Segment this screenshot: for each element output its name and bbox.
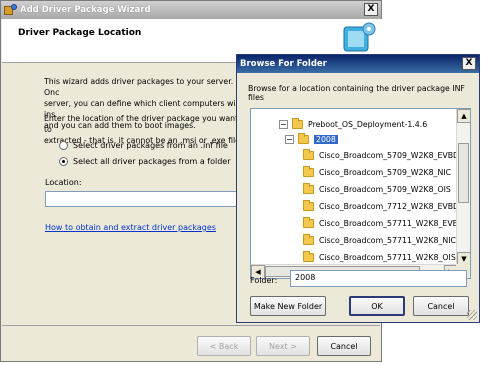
radio-folder-label: Select all driver packages from a folder	[73, 157, 231, 166]
folder-icon	[303, 199, 314, 211]
folder-icon	[303, 233, 314, 245]
page-title: Driver Package Location	[18, 28, 142, 38]
driver-package-icon	[4, 4, 17, 16]
location-label: Location:	[45, 178, 82, 187]
tree-item-2008[interactable]: − 2008	[285, 132, 338, 146]
folder-icon	[303, 250, 314, 262]
next-button[interactable]: Next >	[256, 336, 310, 356]
tree-item-label: Preboot_OS_Deployment-1.4.6	[308, 119, 428, 129]
radio-inf-file[interactable]: Select driver packages from an .inf file	[59, 141, 228, 150]
folder-input[interactable]: 2008	[290, 270, 467, 287]
radio-folder[interactable]: Select all driver packages from a folder	[59, 157, 231, 166]
vertical-scroll-thumb[interactable]	[458, 143, 469, 203]
tree-item-label: Cisco_Broadcom_5709_W2K8_OIS	[319, 184, 451, 194]
folder-icon	[303, 148, 314, 160]
driver-package-header-icon	[343, 22, 376, 52]
tree-item-child[interactable]: Cisco_Broadcom_57711_W2K8_NIC	[303, 233, 456, 247]
browse-title: Browse For Folder	[240, 59, 327, 69]
folder-icon	[303, 216, 314, 228]
back-button[interactable]: < Back	[197, 336, 251, 356]
collapse-icon[interactable]: −	[279, 119, 288, 129]
tree-item-label: Cisco_Broadcom_57711_W2K8_EVBD	[319, 218, 465, 228]
radio-inf-indicator[interactable]	[59, 141, 68, 150]
instruction-line: Enter the location of the driver package…	[44, 114, 239, 134]
ok-button[interactable]: OK	[349, 296, 405, 316]
scroll-up-icon[interactable]: ▲	[457, 109, 470, 123]
wizard-cancel-button[interactable]: Cancel	[317, 336, 371, 356]
browse-cancel-button[interactable]: Cancel	[413, 296, 469, 316]
radio-inf-label: Select driver packages from an .inf file	[73, 141, 228, 150]
help-link[interactable]: How to obtain and extract driver package…	[45, 223, 216, 232]
make-new-folder-button[interactable]: Make New Folder	[250, 296, 326, 316]
folder-icon	[292, 117, 303, 129]
collapse-icon[interactable]: −	[285, 134, 294, 144]
tree-item-child[interactable]: Cisco_Broadcom_57711_W2K8_OIS	[303, 250, 456, 264]
tree-item-child[interactable]: Cisco_Broadcom_5709_W2K8_OIS	[303, 182, 451, 196]
browse-title-bar[interactable]: Browse For Folder	[237, 55, 479, 73]
folder-icon	[303, 165, 314, 177]
location-input[interactable]	[45, 191, 237, 207]
tree-item-label: Cisco_Broadcom_57711_W2K8_NIC	[319, 235, 456, 245]
tree-item-label: Cisco_Broadcom_7712_W2K8_EVBD	[319, 201, 460, 211]
browse-close-button[interactable]: X	[462, 57, 476, 70]
folder-tree[interactable]: − Preboot_OS_Deployment-1.4.6 − 2008 Cis…	[250, 108, 471, 279]
tree-item-label: 2008	[314, 134, 338, 144]
resize-grip-icon[interactable]	[467, 310, 477, 320]
radio-folder-indicator[interactable]	[59, 157, 68, 166]
tree-item-root[interactable]: − Preboot_OS_Deployment-1.4.6	[279, 117, 427, 131]
tree-item-child[interactable]: Cisco_Broadcom_5709_W2K8_NIC	[303, 165, 451, 179]
wizard-title: Add Driver Package Wizard	[20, 5, 151, 15]
tree-item-label: Cisco_Broadcom_5709_W2K8_EVBD	[319, 150, 460, 160]
tree-item-label: Cisco_Broadcom_5709_W2K8_NIC	[319, 167, 452, 177]
tree-item-child[interactable]: Cisco_Broadcom_57711_W2K8_EVBD	[303, 216, 464, 230]
footer-divider	[2, 325, 380, 326]
tree-item-child[interactable]: Cisco_Broadcom_7712_W2K8_EVBD	[303, 199, 459, 213]
intro-line: This wizard adds driver packages to your…	[44, 77, 234, 97]
folder-icon	[303, 182, 314, 194]
folder-icon	[298, 132, 309, 144]
vertical-scrollbar[interactable]: ▲ ▼	[456, 109, 470, 266]
folder-label: Folder:	[250, 276, 278, 285]
browse-description: Browse for a location containing the dri…	[248, 84, 465, 102]
tree-item-child[interactable]: Cisco_Broadcom_5709_W2K8_EVBD	[303, 148, 459, 162]
wizard-close-button[interactable]: X	[364, 3, 378, 16]
browse-for-folder-dialog: Browse For Folder X Browse for a locatio…	[236, 54, 480, 323]
wizard-title-bar[interactable]: Add Driver Package Wizard	[1, 1, 381, 19]
tree-item-label: Cisco_Broadcom_57711_W2K8_OIS	[319, 252, 456, 262]
